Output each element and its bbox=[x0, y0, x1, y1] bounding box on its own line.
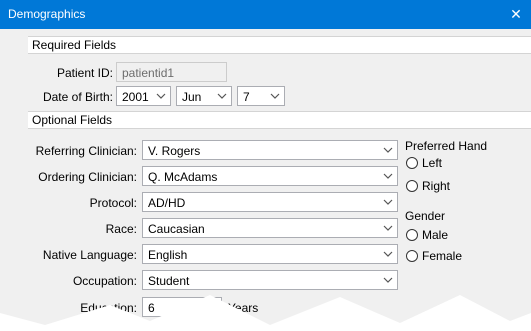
referring-clinician-value: V. Rogers bbox=[148, 144, 201, 158]
hand-left-radio[interactable] bbox=[406, 157, 418, 169]
hand-right-label: Right bbox=[422, 179, 451, 193]
optional-fields-label: Optional Fields bbox=[32, 113, 113, 127]
dob-day-value: 7 bbox=[243, 90, 250, 104]
dob-label: Date of Birth: bbox=[42, 90, 113, 104]
occupation-label: Occupation: bbox=[72, 274, 137, 288]
patient-id-value: patientid1 bbox=[122, 66, 175, 80]
gender-label: Gender bbox=[405, 209, 446, 223]
patient-id-field: patientid1 bbox=[116, 62, 227, 82]
dob-year-select[interactable]: 2001 bbox=[116, 86, 171, 106]
torn-edge bbox=[0, 295, 531, 331]
referring-clinician-label: Referring Clinician: bbox=[35, 144, 137, 158]
race-select[interactable]: Caucasian bbox=[142, 218, 398, 238]
chevron-down-icon bbox=[383, 199, 393, 205]
ordering-clinician-select[interactable]: Q. McAdams bbox=[142, 166, 398, 186]
gender-male-label: Male bbox=[422, 228, 449, 242]
chevron-down-icon bbox=[383, 147, 393, 153]
patient-id-label: Patient ID: bbox=[56, 66, 113, 80]
race-label: Race: bbox=[105, 222, 137, 236]
occupation-select[interactable]: Student bbox=[142, 270, 398, 290]
gender-female-label: Female bbox=[422, 249, 463, 263]
race-value: Caucasian bbox=[148, 222, 205, 236]
window-title: Demographics bbox=[8, 7, 86, 21]
referring-clinician-select[interactable]: V. Rogers bbox=[142, 140, 398, 160]
native-language-label: Native Language: bbox=[42, 248, 137, 262]
preferred-hand-label: Preferred Hand bbox=[405, 139, 488, 153]
chevron-down-icon bbox=[270, 93, 280, 99]
occupation-value: Student bbox=[148, 274, 190, 288]
optional-fields-header: Optional Fields bbox=[28, 111, 531, 129]
chevron-down-icon bbox=[383, 225, 393, 231]
chevron-down-icon bbox=[156, 93, 166, 99]
dob-day-select[interactable]: 7 bbox=[237, 86, 285, 106]
hand-right-radio[interactable] bbox=[406, 180, 418, 192]
required-fields-label: Required Fields bbox=[32, 38, 117, 52]
gender-female-radio[interactable] bbox=[406, 250, 418, 262]
dob-month-select[interactable]: Jun bbox=[176, 86, 232, 106]
native-language-value: English bbox=[148, 248, 188, 262]
protocol-select[interactable]: AD/HD bbox=[142, 192, 398, 212]
protocol-label: Protocol: bbox=[89, 196, 137, 210]
gender-male-radio[interactable] bbox=[406, 229, 418, 241]
chevron-down-icon bbox=[383, 173, 393, 179]
ordering-clinician-label: Ordering Clinician: bbox=[38, 170, 137, 184]
hand-left-label: Left bbox=[422, 156, 443, 170]
required-fields-header: Required Fields bbox=[28, 36, 531, 54]
dob-month-value: Jun bbox=[182, 90, 202, 104]
chevron-down-icon bbox=[383, 251, 393, 257]
ordering-clinician-value: Q. McAdams bbox=[148, 170, 218, 184]
title-bar: Demographics ✕ bbox=[0, 0, 531, 29]
chevron-down-icon bbox=[383, 277, 393, 283]
chevron-down-icon bbox=[217, 93, 227, 99]
close-icon[interactable]: ✕ bbox=[505, 3, 527, 25]
protocol-value: AD/HD bbox=[148, 196, 186, 210]
dob-year-value: 2001 bbox=[122, 90, 149, 104]
native-language-select[interactable]: English bbox=[142, 244, 398, 264]
